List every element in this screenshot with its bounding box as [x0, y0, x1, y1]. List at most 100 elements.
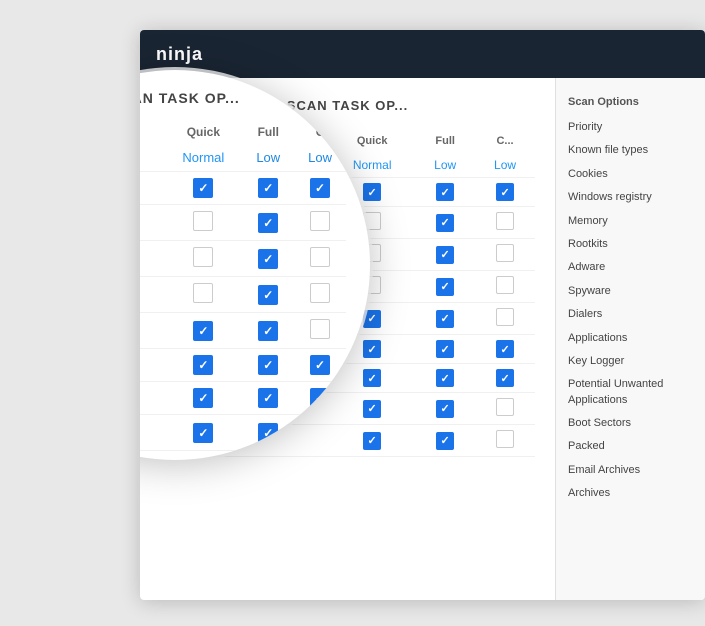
mag-row-custom[interactable] [294, 313, 346, 349]
mag-priority-value[interactable]: Low [256, 150, 280, 165]
sidebar-item-15[interactable]: Archives [556, 482, 705, 505]
sidebar-item-4[interactable]: Memory [556, 210, 705, 233]
row-quick[interactable] [329, 364, 415, 393]
mag-priority-value[interactable]: Normal [182, 150, 224, 165]
row-custom[interactable] [475, 178, 535, 207]
sidebar-item-8[interactable]: Dialers [556, 303, 705, 326]
checkbox-unchecked[interactable] [496, 212, 514, 230]
mag-row-quick[interactable] [164, 382, 242, 415]
mag-row-custom[interactable] [294, 172, 346, 205]
checkbox-checked[interactable] [496, 340, 514, 358]
mag-checkbox-checked[interactable] [258, 355, 278, 375]
checkbox-checked[interactable] [436, 214, 454, 232]
mag-checkbox-unchecked[interactable] [193, 247, 213, 267]
checkbox-unchecked[interactable] [496, 244, 514, 262]
checkbox-checked[interactable] [436, 432, 454, 450]
row-full[interactable] [415, 425, 475, 457]
mag-checkbox-unchecked[interactable] [310, 211, 330, 231]
checkbox-checked[interactable] [496, 183, 514, 201]
sidebar-item-9[interactable]: Applications [556, 327, 705, 350]
checkbox-checked[interactable] [436, 183, 454, 201]
checkbox-checked[interactable] [363, 310, 381, 328]
mag-row-full[interactable] [242, 241, 294, 277]
mag-checkbox-checked[interactable] [258, 249, 278, 269]
row-full[interactable] [415, 335, 475, 364]
mag-row-quick[interactable] [164, 349, 242, 382]
checkbox-checked[interactable] [436, 340, 454, 358]
row-custom[interactable] [475, 364, 535, 393]
sidebar-item-14[interactable]: Email Archives [556, 459, 705, 482]
row-full[interactable] [415, 178, 475, 207]
sidebar-item-2[interactable]: Cookies [556, 163, 705, 186]
checkbox-unchecked[interactable] [496, 398, 514, 416]
mag-row-full[interactable] [242, 172, 294, 205]
row-custom[interactable] [475, 303, 535, 335]
row-custom[interactable] [475, 239, 535, 271]
mag-row-quick[interactable] [164, 277, 242, 313]
mag-row-quick[interactable] [164, 415, 242, 451]
row-custom[interactable] [475, 393, 535, 425]
row-full[interactable] [415, 239, 475, 271]
mag-checkbox-checked[interactable] [193, 178, 213, 198]
sidebar-item-1[interactable]: Known file types [556, 139, 705, 162]
mag-row-custom[interactable] [294, 241, 346, 277]
mag-checkbox-checked[interactable] [258, 213, 278, 233]
mag-checkbox-checked[interactable] [310, 178, 330, 198]
checkbox-checked[interactable] [436, 369, 454, 387]
sidebar-item-13[interactable]: Packed [556, 435, 705, 458]
checkbox-checked[interactable] [363, 369, 381, 387]
checkbox-checked[interactable] [363, 340, 381, 358]
mag-checkbox-checked[interactable] [193, 355, 213, 375]
sidebar-item-12[interactable]: Boot Sectors [556, 412, 705, 435]
checkbox-unchecked[interactable] [496, 430, 514, 448]
row-custom[interactable] [475, 271, 535, 303]
row-custom[interactable] [475, 207, 535, 239]
mag-row-custom[interactable] [294, 205, 346, 241]
sidebar-item-10[interactable]: Key Logger [556, 350, 705, 373]
checkbox-checked[interactable] [436, 400, 454, 418]
mag-checkbox-checked[interactable] [193, 321, 213, 341]
mag-row-quick[interactable] [164, 313, 242, 349]
sidebar-item-5[interactable]: Rootkits [556, 233, 705, 256]
checkbox-unchecked[interactable] [496, 276, 514, 294]
sidebar-item-0[interactable]: Priority [556, 116, 705, 139]
mag-checkbox-unchecked[interactable] [193, 283, 213, 303]
row-full[interactable] [415, 207, 475, 239]
row-full[interactable] [415, 393, 475, 425]
priority-value[interactable]: Low [434, 158, 456, 172]
checkbox-checked[interactable] [436, 246, 454, 264]
mag-row-full[interactable] [242, 382, 294, 415]
checkbox-checked[interactable] [436, 310, 454, 328]
checkbox-checked[interactable] [496, 369, 514, 387]
checkbox-checked[interactable] [436, 278, 454, 296]
row-full[interactable] [415, 364, 475, 393]
row-quick[interactable] [329, 425, 415, 457]
mag-row-full[interactable] [242, 277, 294, 313]
mag-checkbox-unchecked[interactable] [310, 319, 330, 339]
priority-value[interactable]: Low [494, 158, 516, 172]
checkbox-checked[interactable] [363, 400, 381, 418]
row-full[interactable] [415, 303, 475, 335]
mag-checkbox-unchecked[interactable] [193, 211, 213, 231]
mag-checkbox-checked[interactable] [258, 178, 278, 198]
checkbox-unchecked[interactable] [496, 308, 514, 326]
sidebar-item-7[interactable]: Spyware [556, 280, 705, 303]
row-custom[interactable] [475, 335, 535, 364]
sidebar-item-11[interactable]: Potential Unwanted Applications [556, 373, 705, 412]
mag-row-quick[interactable] [164, 172, 242, 205]
mag-checkbox-checked[interactable] [258, 285, 278, 305]
mag-checkbox-unchecked[interactable] [310, 283, 330, 303]
checkbox-checked[interactable] [363, 432, 381, 450]
row-full[interactable] [415, 271, 475, 303]
row-custom[interactable] [475, 425, 535, 457]
sidebar-item-3[interactable]: Windows registry [556, 186, 705, 209]
mag-checkbox-unchecked[interactable] [310, 247, 330, 267]
row-quick[interactable] [329, 393, 415, 425]
mag-priority-value[interactable]: Low [308, 150, 332, 165]
mag-row-full[interactable] [242, 313, 294, 349]
mag-checkbox-checked[interactable] [193, 423, 213, 443]
mag-checkbox-checked[interactable] [258, 388, 278, 408]
mag-row-custom[interactable] [294, 277, 346, 313]
mag-row-full[interactable] [242, 349, 294, 382]
mag-row-quick[interactable] [164, 205, 242, 241]
